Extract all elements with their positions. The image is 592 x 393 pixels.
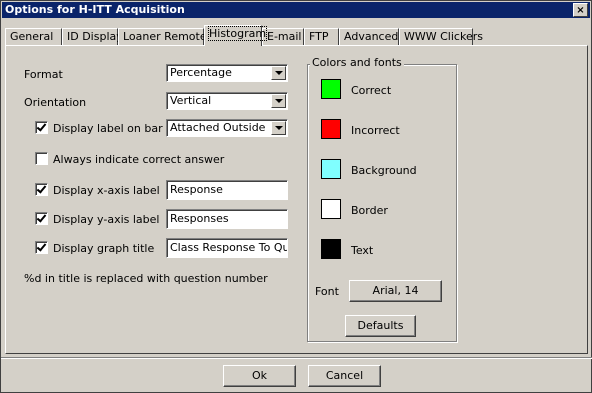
always-correct-label: Always indicate correct answer: [53, 153, 225, 166]
format-select[interactable]: Percentage: [166, 64, 288, 82]
chevron-down-icon[interactable]: [271, 94, 286, 108]
font-button[interactable]: Arial, 14: [349, 280, 442, 302]
correct-color-swatch[interactable]: [321, 79, 341, 99]
text-color-label: Text: [351, 244, 374, 257]
options-dialog: Options for H-ITT Acquisition × General …: [0, 0, 592, 393]
text-color-swatch[interactable]: [321, 239, 341, 259]
always-correct-checkbox[interactable]: [35, 152, 48, 165]
background-color-label: Background: [351, 164, 417, 177]
border-color-label: Border: [351, 204, 388, 217]
tab-email[interactable]: E-mail: [262, 28, 304, 45]
correct-color-label: Correct: [351, 84, 392, 97]
incorrect-color-label: Incorrect: [351, 124, 400, 137]
cancel-button[interactable]: Cancel: [308, 365, 381, 387]
label-on-bar-checkbox[interactable]: [35, 121, 48, 134]
label-position-value: Attached Outside: [170, 121, 266, 134]
incorrect-color-swatch[interactable]: [321, 119, 341, 139]
tab-general[interactable]: General: [5, 28, 62, 45]
x-axis-input[interactable]: Response: [166, 180, 288, 200]
tab-loaner-remotes[interactable]: Loaner Remotes: [118, 28, 212, 45]
x-axis-checkbox[interactable]: [35, 183, 48, 196]
tab-strip: General ID Display Loaner Remotes Histog…: [5, 24, 589, 46]
chevron-down-icon[interactable]: [271, 121, 286, 135]
y-axis-input[interactable]: Responses: [166, 209, 288, 229]
format-label: Format: [24, 68, 63, 81]
footer-separator: [1, 357, 592, 359]
title-note: %d in title is replaced with question nu…: [24, 272, 268, 285]
histogram-panel: Format Percentage Orientation Vertical D…: [5, 45, 588, 354]
graph-title-input[interactable]: Class Response To Questi: [166, 238, 288, 258]
graph-title-label: Display graph title: [53, 242, 155, 255]
label-position-select[interactable]: Attached Outside: [166, 119, 288, 137]
format-value: Percentage: [170, 66, 232, 79]
border-color-swatch[interactable]: [321, 199, 341, 219]
colors-fonts-title: Colors and fonts: [310, 56, 404, 69]
tab-id-display[interactable]: ID Display: [62, 28, 123, 45]
defaults-button[interactable]: Defaults: [345, 315, 416, 337]
orientation-label: Orientation: [24, 96, 87, 109]
y-axis-label: Display y-axis label: [53, 213, 160, 226]
ok-button[interactable]: Ok: [223, 365, 296, 387]
orientation-select[interactable]: Vertical: [166, 92, 288, 110]
label-on-bar-label: Display label on bar: [53, 122, 163, 135]
x-axis-label: Display x-axis label: [53, 184, 160, 197]
tab-advanced[interactable]: Advanced: [339, 28, 399, 45]
close-button[interactable]: ×: [573, 3, 588, 17]
orientation-value: Vertical: [170, 94, 212, 107]
tab-ftp[interactable]: FTP: [304, 28, 339, 45]
background-color-swatch[interactable]: [321, 159, 341, 179]
font-label: Font: [315, 285, 339, 298]
graph-title-checkbox[interactable]: [35, 241, 48, 254]
tab-www-clickers[interactable]: WWW Clickers: [399, 28, 483, 45]
title-bar: Options for H-ITT Acquisition ×: [2, 2, 590, 18]
window-title: Options for H-ITT Acquisition: [5, 3, 185, 16]
chevron-down-icon[interactable]: [271, 66, 286, 80]
tab-histogram[interactable]: Histogram: [204, 25, 268, 46]
y-axis-checkbox[interactable]: [35, 212, 48, 225]
